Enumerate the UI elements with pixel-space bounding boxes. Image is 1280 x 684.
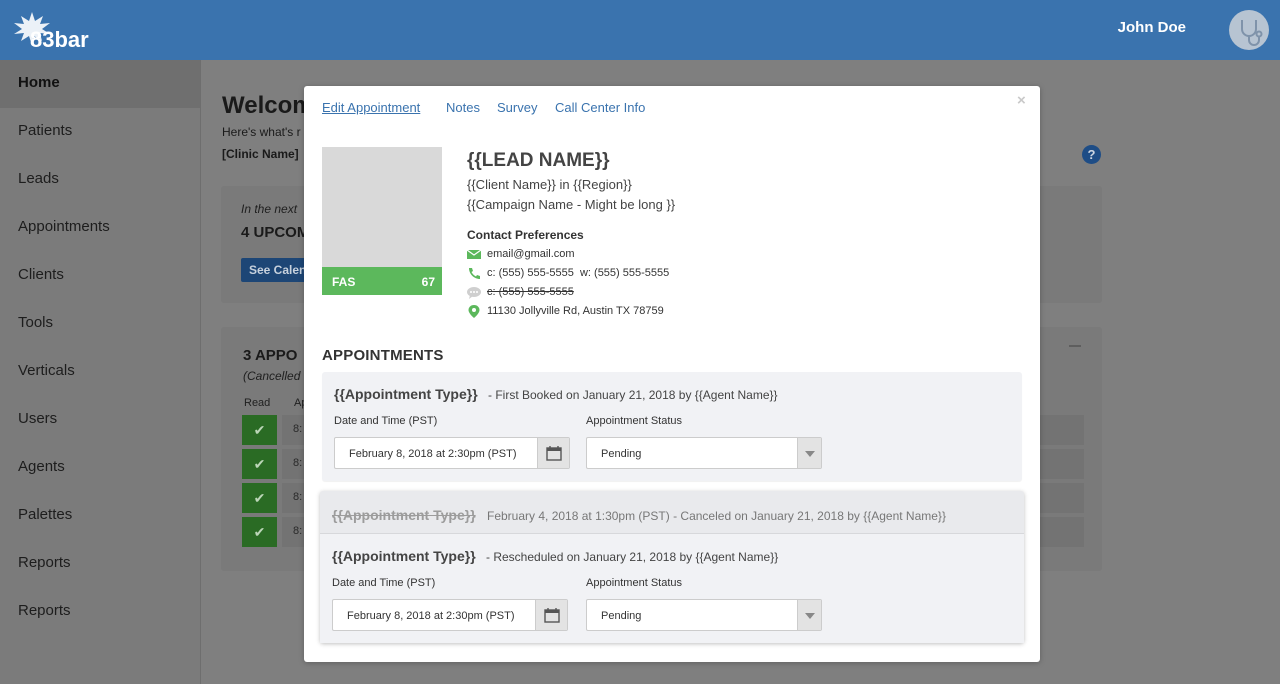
sidebar-item-palettes[interactable]: Palettes <box>0 492 200 540</box>
address-value: 11130 Jollyville Rd, Austin TX 78759 <box>487 305 664 317</box>
status-value: Pending <box>601 448 642 460</box>
canceled-appointment-meta: February 4, 2018 at 1:30pm (PST) - Cance… <box>487 509 946 523</box>
page-title: Welcom <box>222 92 314 119</box>
collapse-icon[interactable] <box>1069 345 1081 347</box>
envelope-icon <box>467 249 481 259</box>
cancelled-note: (Cancelled <box>243 369 301 383</box>
sidebar-item-users[interactable]: Users <box>0 396 200 444</box>
sidebar-item-verticals[interactable]: Verticals <box>0 348 200 396</box>
appointment-type: {{Appointment Type}} <box>334 386 478 402</box>
appointment-card-rescheduled: {{Appointment Type}} February 4, 2018 at… <box>320 491 1024 643</box>
email-value[interactable]: email@gmail.com <box>487 248 575 260</box>
phone-value: c: (555) 555-5555 w: (555) 555-5555 <box>487 267 669 279</box>
row-time: 8: <box>293 457 303 469</box>
checkmark-icon[interactable]: ✔ <box>242 415 277 445</box>
upcoming-intro: In the next <box>241 202 298 216</box>
see-calendar-button[interactable]: See Calen <box>241 258 311 282</box>
date-time-label: Date and Time (PST) <box>334 415 438 427</box>
sidebar-item-home[interactable]: Home <box>0 60 200 108</box>
sidebar-item-clients[interactable]: Clients <box>0 252 200 300</box>
checkmark-icon[interactable]: ✔ <box>242 449 277 479</box>
appointment-meta: - Rescheduled on January 21, 2018 by {{A… <box>486 550 779 564</box>
logo[interactable]: 83bar <box>12 10 102 52</box>
appointment-card: {{Appointment Type}} - First Booked on J… <box>322 372 1022 481</box>
row-time: 8: <box>293 423 303 435</box>
clinic-name: [Clinic Name] <box>222 147 299 161</box>
row-time: 8: <box>293 525 303 537</box>
tab-survey[interactable]: Survey <box>497 100 537 115</box>
appointments-heading: APPOINTMENTS <box>322 347 444 364</box>
tab-edit-appointment[interactable]: Edit Appointment <box>322 100 420 115</box>
lead-photo: FAS 67 <box>322 147 442 295</box>
sidebar-item-leads[interactable]: Leads <box>0 156 200 204</box>
contact-preferences-title: Contact Preferences <box>467 228 584 242</box>
date-time-input[interactable]: February 8, 2018 at 2:30pm (PST) <box>332 599 568 631</box>
calendar-icon <box>546 446 562 461</box>
svg-text:83bar: 83bar <box>30 27 89 52</box>
close-icon[interactable]: × <box>1017 92 1026 109</box>
date-time-value: February 8, 2018 at 2:30pm (PST) <box>349 448 517 460</box>
calendar-button[interactable] <box>537 438 569 468</box>
sidebar: Home Patients Leads Appointments Clients… <box>0 60 201 684</box>
score-label: FAS <box>332 275 356 289</box>
map-pin-icon <box>468 305 480 318</box>
campaign-name: {{Campaign Name - Might be long }} <box>467 197 676 212</box>
row-time: 8: <box>293 491 303 503</box>
appointment-type: {{Appointment Type}} <box>332 548 476 564</box>
checkmark-icon[interactable]: ✔ <box>242 483 277 513</box>
page-subtitle: Here's what's r <box>222 125 301 139</box>
sidebar-item-reports-2[interactable]: Reports <box>0 588 200 636</box>
client-region: {{Client Name}} in {{Region}} <box>467 177 632 192</box>
phone-icon <box>469 268 480 279</box>
sidebar-item-agents[interactable]: Agents <box>0 444 200 492</box>
chevron-down-icon[interactable] <box>797 600 821 630</box>
date-time-value: February 8, 2018 at 2:30pm (PST) <box>347 610 515 622</box>
sidebar-item-appointments[interactable]: Appointments <box>0 204 200 252</box>
score-badge: FAS 67 <box>322 267 442 295</box>
chevron-down-icon[interactable] <box>797 438 821 468</box>
appointment-status-select[interactable]: Pending <box>586 437 822 469</box>
sidebar-item-reports[interactable]: Reports <box>0 540 200 588</box>
tab-notes[interactable]: Notes <box>446 100 480 115</box>
avatar[interactable] <box>1229 10 1269 50</box>
status-value: Pending <box>601 610 642 622</box>
work-phone[interactable]: w: (555) 555-5555 <box>580 267 669 279</box>
top-bar: 83bar John Doe <box>0 0 1280 60</box>
appointment-status-label: Appointment Status <box>586 415 683 427</box>
edit-appointment-modal: Edit Appointment Notes Survey Call Cente… <box>304 86 1040 662</box>
chat-bubble-icon <box>467 287 481 299</box>
stethoscope-icon <box>1241 20 1263 46</box>
sidebar-item-tools[interactable]: Tools <box>0 300 200 348</box>
score-value: 67 <box>421 275 435 289</box>
appointment-status-select[interactable]: Pending <box>586 599 822 631</box>
user-name[interactable]: John Doe <box>1118 19 1186 36</box>
date-time-label: Date and Time (PST) <box>332 577 436 589</box>
tab-call-center-info[interactable]: Call Center Info <box>555 100 645 115</box>
calendar-button[interactable] <box>535 600 567 630</box>
calendar-icon <box>544 608 560 623</box>
appointments-title: 3 APPO <box>243 347 298 364</box>
rescheduled-appointment: {{Appointment Type}} - Rescheduled on Ja… <box>320 533 1024 643</box>
upcoming-title: 4 UPCOM <box>241 224 310 241</box>
help-icon[interactable]: ? <box>1082 145 1101 164</box>
appointment-status-label: Appointment Status <box>586 577 683 589</box>
checkmark-icon[interactable]: ✔ <box>242 517 277 547</box>
lead-name: {{LEAD NAME}} <box>467 150 610 171</box>
appointment-meta: - First Booked on January 21, 2018 by {{… <box>488 388 778 402</box>
read-column-header: Read <box>244 397 271 409</box>
sidebar-item-patients[interactable]: Patients <box>0 108 200 156</box>
sms-value: c: (555) 555-5555 <box>487 286 574 298</box>
cell-phone[interactable]: c: (555) 555-5555 <box>487 267 574 279</box>
canceled-appointment-type: {{Appointment Type}} <box>332 507 476 523</box>
date-time-input[interactable]: February 8, 2018 at 2:30pm (PST) <box>334 437 570 469</box>
